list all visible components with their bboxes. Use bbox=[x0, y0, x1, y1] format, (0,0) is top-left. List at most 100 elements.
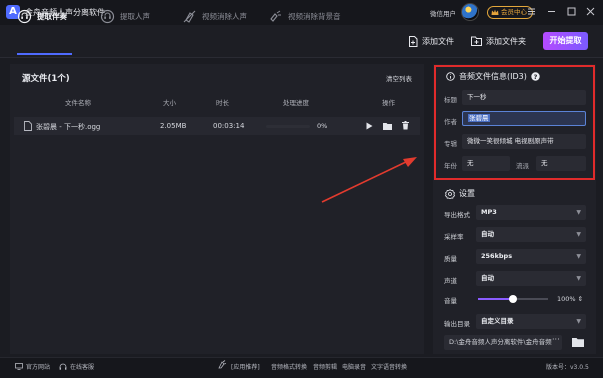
file-duration: 00:03:14 bbox=[213, 122, 245, 130]
info-icon bbox=[446, 72, 455, 81]
album-label: 专辑 bbox=[444, 140, 457, 148]
genre-label: 流派 bbox=[516, 162, 529, 170]
tab-label: 提取人声 bbox=[120, 11, 150, 21]
clear-list-button[interactable]: 清空列表 bbox=[386, 73, 412, 83]
tab-extract-vocal[interactable]: 提取人声 bbox=[100, 7, 150, 25]
channel-select[interactable]: 自动 ▼ bbox=[476, 271, 586, 286]
menu-button[interactable] bbox=[525, 5, 538, 18]
quality-select[interactable]: 256kbps ▼ bbox=[476, 249, 586, 264]
output-dir-label: 输出目录 bbox=[444, 320, 470, 328]
id3-section-title: 音频文件信息(ID3) ? bbox=[446, 71, 540, 82]
add-folder-label: 添加文件夹 bbox=[486, 36, 526, 46]
column-header-actions: 操作 bbox=[382, 99, 395, 107]
tab-video-remove-vocal[interactable]: 视频消除人声 bbox=[182, 7, 247, 25]
samplerate-select[interactable]: 自动 ▼ bbox=[476, 227, 586, 242]
folder-icon[interactable] bbox=[383, 122, 392, 130]
help-icon[interactable]: ? bbox=[531, 72, 540, 81]
tab-extract-accompaniment[interactable]: 提取伴奏 bbox=[17, 7, 67, 25]
recommend-icon bbox=[218, 360, 227, 369]
minimize-button[interactable] bbox=[545, 5, 558, 18]
crown-icon bbox=[491, 9, 499, 15]
volume-slider-handle[interactable] bbox=[509, 295, 517, 303]
output-path-field[interactable]: D:\金舟音频人声分离软件\金舟音频 bbox=[444, 335, 562, 350]
app-link-audio-edit[interactable]: 音频剪辑 bbox=[313, 362, 337, 371]
column-header-name: 文件名称 bbox=[65, 99, 91, 107]
recommend-label: [应用推荐] bbox=[231, 364, 260, 371]
headset-icon bbox=[59, 363, 67, 370]
open-folder-icon[interactable] bbox=[572, 337, 584, 347]
file-list-title: 源文件(1个) bbox=[22, 74, 70, 84]
column-header-duration: 时长 bbox=[216, 99, 229, 107]
monitor-icon bbox=[15, 363, 23, 370]
file-name: 张碧晨 - 下一秒.ogg bbox=[36, 123, 101, 131]
add-file-icon bbox=[409, 35, 418, 47]
delete-icon[interactable] bbox=[402, 121, 409, 130]
id3-title-text: 音频文件信息(ID3) bbox=[459, 72, 527, 81]
artist-label: 作者 bbox=[444, 118, 457, 126]
add-file-label: 添加文件 bbox=[422, 36, 454, 46]
chevron-down-icon: ▼ bbox=[576, 253, 581, 260]
quality-value: 256kbps bbox=[481, 252, 513, 260]
title-field[interactable]: 下一秒 bbox=[462, 90, 586, 105]
accompaniment-icon bbox=[17, 9, 32, 23]
close-button[interactable] bbox=[584, 5, 597, 18]
file-list-panel bbox=[10, 64, 424, 354]
add-folder-icon bbox=[471, 36, 482, 46]
active-tab-indicator bbox=[17, 53, 72, 55]
avatar[interactable] bbox=[461, 3, 479, 21]
year-field[interactable]: 无 bbox=[462, 156, 510, 171]
chevron-down-icon: ▼ bbox=[576, 209, 581, 216]
settings-title-text: 设置 bbox=[459, 189, 475, 198]
user-name[interactable]: 微信用户 bbox=[430, 8, 456, 18]
add-file-button[interactable]: 添加文件 bbox=[408, 33, 454, 49]
svg-text:?: ? bbox=[533, 73, 537, 81]
volume-value: 100% ⇕ bbox=[557, 295, 584, 303]
support-label: 在线客服 bbox=[70, 364, 95, 371]
version-label: 版本号：v3.0.5 bbox=[546, 364, 589, 371]
app-link-text-to-speech[interactable]: 文字语音转换 bbox=[371, 362, 407, 371]
website-label: 官方网站 bbox=[26, 364, 51, 371]
website-link[interactable]: 官方网站 bbox=[15, 362, 50, 371]
chevron-down-icon: ▼ bbox=[576, 231, 581, 238]
tab-label: 提取伴奏 bbox=[37, 11, 67, 21]
samplerate-label: 采样率 bbox=[444, 233, 464, 241]
column-header-progress: 处理进度 bbox=[283, 99, 309, 107]
tab-label: 视频消除人声 bbox=[202, 11, 247, 21]
channel-label: 声道 bbox=[444, 277, 457, 285]
app-link-recorder[interactable]: 电脑录音 bbox=[342, 362, 366, 371]
chevron-down-icon: ▼ bbox=[576, 318, 581, 325]
add-folder-button[interactable]: 添加文件夹 bbox=[471, 33, 526, 49]
progress-percent: 0% bbox=[317, 122, 328, 130]
video-vocal-remove-icon bbox=[183, 10, 196, 23]
maximize-button[interactable] bbox=[565, 5, 578, 18]
vocal-icon bbox=[100, 9, 115, 23]
album-field[interactable]: 微微一笑很倾城 电视剧原声带 bbox=[462, 134, 586, 149]
title-label: 标题 bbox=[444, 96, 457, 104]
settings-section-title: 设置 bbox=[445, 188, 475, 199]
format-select[interactable]: MP3 ▼ bbox=[476, 205, 586, 220]
support-link[interactable]: 在线客服 bbox=[59, 362, 94, 371]
genre-field[interactable]: 无 bbox=[536, 156, 586, 171]
volume-slider-fill bbox=[478, 298, 513, 300]
tab-video-remove-bg[interactable]: 视频消除背景音 bbox=[268, 7, 341, 25]
app-link-audio-convert[interactable]: 音频格式转换 bbox=[271, 362, 307, 371]
format-label: 导出格式 bbox=[444, 211, 470, 219]
chevron-down-icon: ▼ bbox=[576, 275, 581, 282]
output-dir-select[interactable]: 自定义目录 ▼ bbox=[476, 314, 586, 329]
artist-field[interactable]: 张碧晨 bbox=[462, 111, 586, 126]
play-icon[interactable] bbox=[366, 122, 373, 130]
vip-center-label: 会员中心 bbox=[501, 8, 527, 16]
gear-icon bbox=[445, 188, 455, 199]
channel-value: 自动 bbox=[481, 274, 494, 282]
annotation-arrow bbox=[321, 157, 417, 203]
artist-field-value: 张碧晨 bbox=[468, 114, 490, 122]
tab-label: 视频消除背景音 bbox=[288, 11, 341, 21]
close-icon bbox=[586, 7, 595, 16]
video-bg-remove-icon bbox=[270, 10, 281, 22]
format-value: MP3 bbox=[481, 208, 497, 216]
audio-file-icon bbox=[24, 121, 32, 131]
browse-path-button[interactable]: ··· bbox=[552, 335, 560, 344]
file-size: 2.05MB bbox=[160, 122, 187, 130]
column-header-size: 大小 bbox=[163, 99, 176, 107]
start-extract-button[interactable]: 开始提取 bbox=[543, 32, 588, 50]
